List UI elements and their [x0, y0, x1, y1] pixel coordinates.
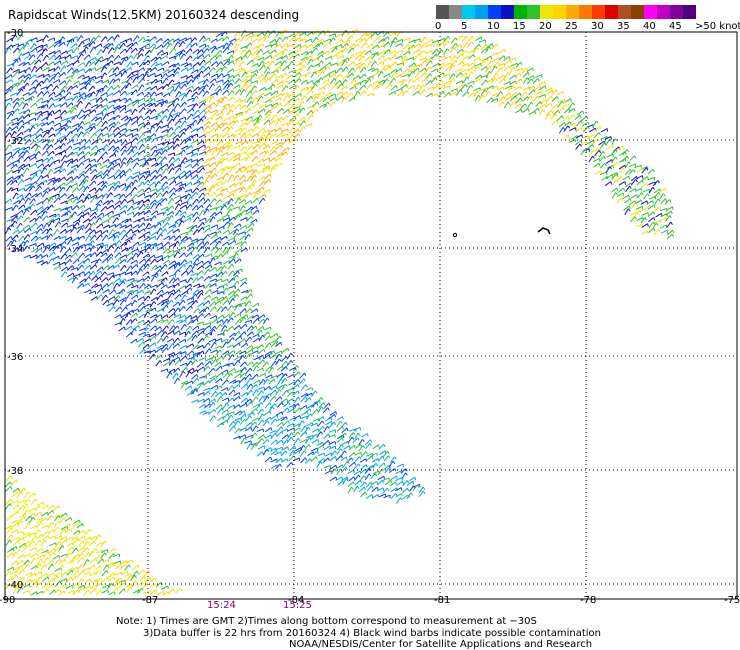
- longitude-label: -81: [434, 595, 450, 606]
- note-line-3: NOAA/NESDIS/Center for Satellite Applica…: [289, 639, 593, 650]
- note-line-2: 3)Data buffer is 22 hrs from 20160324 4)…: [143, 628, 601, 639]
- time-label-2: 15:25: [283, 600, 312, 611]
- latitude-label: -40: [7, 580, 23, 591]
- latitude-label: -36: [7, 352, 23, 363]
- note-line-1: Note: 1) Times are GMT 2)Times along bot…: [116, 616, 537, 627]
- latitude-label: -30: [7, 28, 23, 39]
- wind-barb-swaths: [4, 28, 675, 596]
- axis-labels: -30-32-34-36-38-40-90 -87 -84 -81 -78 -75: [0, 28, 740, 606]
- contamination-mark: [452, 232, 458, 238]
- longitude-label: -90: [0, 595, 15, 606]
- latitude-label: -38: [7, 466, 23, 477]
- wind-map: -30-32-34-36-38-40-90 -87 -84 -81 -78 -75: [0, 28, 740, 606]
- longitude-label: -75: [724, 595, 740, 606]
- time-label-1: 15:24: [207, 600, 236, 611]
- map-frame: [4, 31, 738, 600]
- longitude-label: -87: [142, 595, 158, 606]
- longitude-label: -78: [580, 595, 596, 606]
- lat-lon-grid: [5, 32, 737, 599]
- latitude-label: -34: [7, 244, 23, 255]
- latitude-label: -32: [7, 136, 23, 147]
- contamination-mark: [537, 227, 551, 235]
